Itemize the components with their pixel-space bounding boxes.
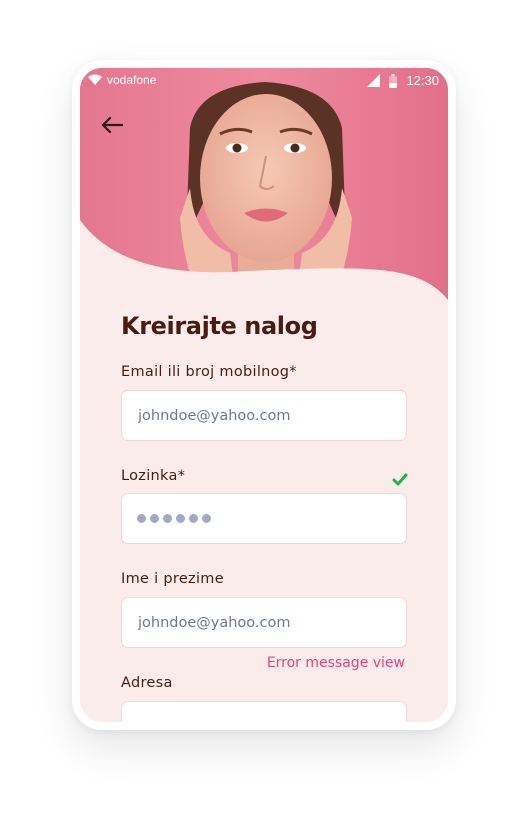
arrow-left-icon bbox=[101, 116, 124, 134]
mask-dot bbox=[163, 514, 172, 523]
email-field[interactable] bbox=[121, 390, 407, 441]
mask-dot bbox=[176, 514, 185, 523]
password-mask bbox=[137, 514, 211, 523]
name-input[interactable] bbox=[122, 598, 406, 647]
password-label: Lozinka* bbox=[121, 468, 186, 484]
portrait-photo bbox=[80, 68, 448, 308]
status-bar: vodafone 12:30 bbox=[80, 68, 448, 92]
signal-icon bbox=[367, 74, 381, 87]
address-input[interactable] bbox=[122, 702, 406, 722]
mask-dot bbox=[150, 514, 159, 523]
email-label: Email ili broj mobilnog* bbox=[121, 364, 297, 380]
wifi-icon bbox=[88, 74, 102, 85]
name-label: Ime i prezime bbox=[121, 571, 224, 587]
email-input[interactable] bbox=[122, 391, 406, 440]
mask-dot bbox=[137, 514, 146, 523]
mask-dot bbox=[202, 514, 211, 523]
clock: 12:30 bbox=[406, 73, 439, 88]
address-field[interactable] bbox=[121, 701, 407, 722]
check-icon bbox=[392, 473, 408, 486]
password-field[interactable] bbox=[121, 493, 407, 544]
mask-dot bbox=[189, 514, 198, 523]
carrier-name: vodafone bbox=[107, 73, 157, 87]
page-title: Kreirajte nalog bbox=[121, 312, 318, 340]
battery-icon bbox=[389, 73, 398, 88]
address-label: Adresa bbox=[121, 675, 173, 691]
app-screen: vodafone 12:30 Kreirajte nalog Email ili… bbox=[80, 68, 448, 722]
back-button[interactable] bbox=[100, 114, 126, 136]
name-field[interactable] bbox=[121, 597, 407, 648]
error-message: Error message view bbox=[266, 655, 405, 671]
phone-frame: vodafone 12:30 Kreirajte nalog Email ili… bbox=[72, 60, 456, 730]
hero-image bbox=[80, 68, 448, 308]
